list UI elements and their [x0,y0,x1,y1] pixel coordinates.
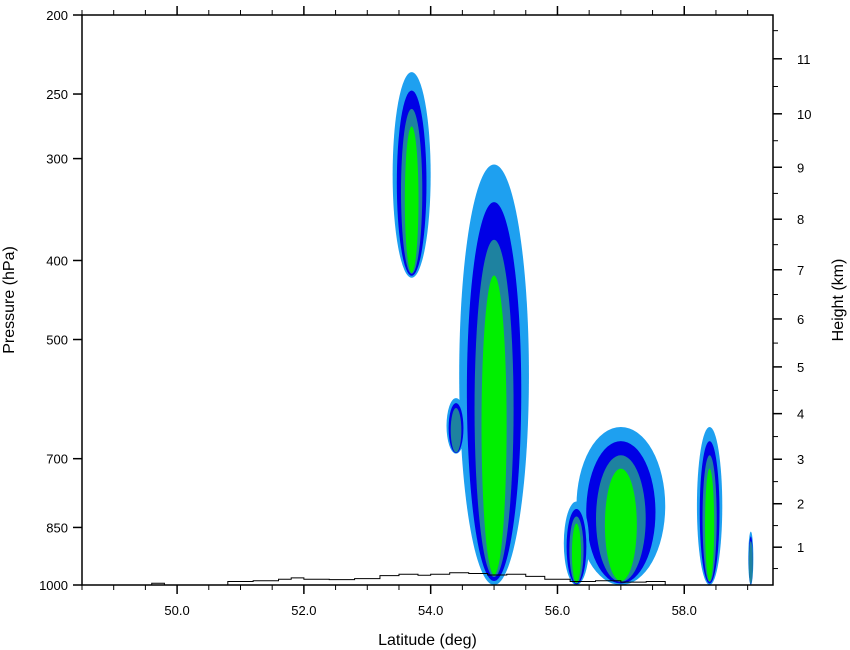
contour-cell [459,164,529,585]
height-tick-label: 11 [797,52,811,67]
contour-cell [696,426,723,585]
terrain-profile [151,572,666,586]
height-tick-label: 7 [797,263,804,278]
contour-cell [563,501,590,585]
contour-level-4 [571,523,582,583]
x-tick-label: 58.0 [672,603,697,618]
contour-level-4 [404,126,419,273]
contour-level-4 [604,468,637,582]
y-tick-label: 300 [46,152,68,167]
height-tick-label: 5 [797,360,804,375]
contour-level-4 [481,275,507,575]
x-tick-label: 52.0 [291,603,316,618]
x-tick-label: 54.0 [418,603,443,618]
height-tick-label: 3 [797,452,804,467]
height-tick-label: 10 [797,107,811,122]
height-tick-label: 8 [797,212,804,227]
x-tick-label: 56.0 [545,603,570,618]
contour-cells [392,72,754,585]
contour-level-3 [450,408,462,453]
y-tick-label: 400 [46,253,68,268]
contour-level-3 [748,541,753,584]
y-tick-label: 500 [46,333,68,348]
y-tick-label: 850 [46,520,68,535]
y-tick-label: 700 [46,452,68,467]
y-axis-title-pressure: Pressure (hPa) [1,246,18,354]
height-tick-label: 6 [797,312,804,327]
x-axis-title: Latitude (deg) [378,632,477,649]
height-tick-label: 4 [797,407,804,422]
height-tick-label: 9 [797,160,804,175]
contour-level-4 [705,468,715,582]
contour-cell [446,398,466,454]
contour-cell [748,531,754,585]
height-tick-label: 1 [797,540,804,555]
height-tick-label: 2 [797,497,804,512]
contour-chart: 50.0 52.0 54.0 56.0 58.0 1000 850 700 500 400 300 2… [1,6,847,649]
contour-cell [576,426,666,585]
y-axis-title-height: Height (km) [830,259,847,342]
y-tick-label: 1000 [39,578,68,593]
y-tick-label: 250 [46,87,68,102]
plot-frame [81,14,774,586]
contour-cell [392,72,431,278]
terrain-line [151,572,666,586]
y-tick-label: 200 [46,8,68,23]
x-tick-label: 50.0 [164,603,189,618]
axis-ticks: 50.0 52.0 54.0 56.0 58.0 1000 850 700 500 400 300 2… [39,6,811,618]
